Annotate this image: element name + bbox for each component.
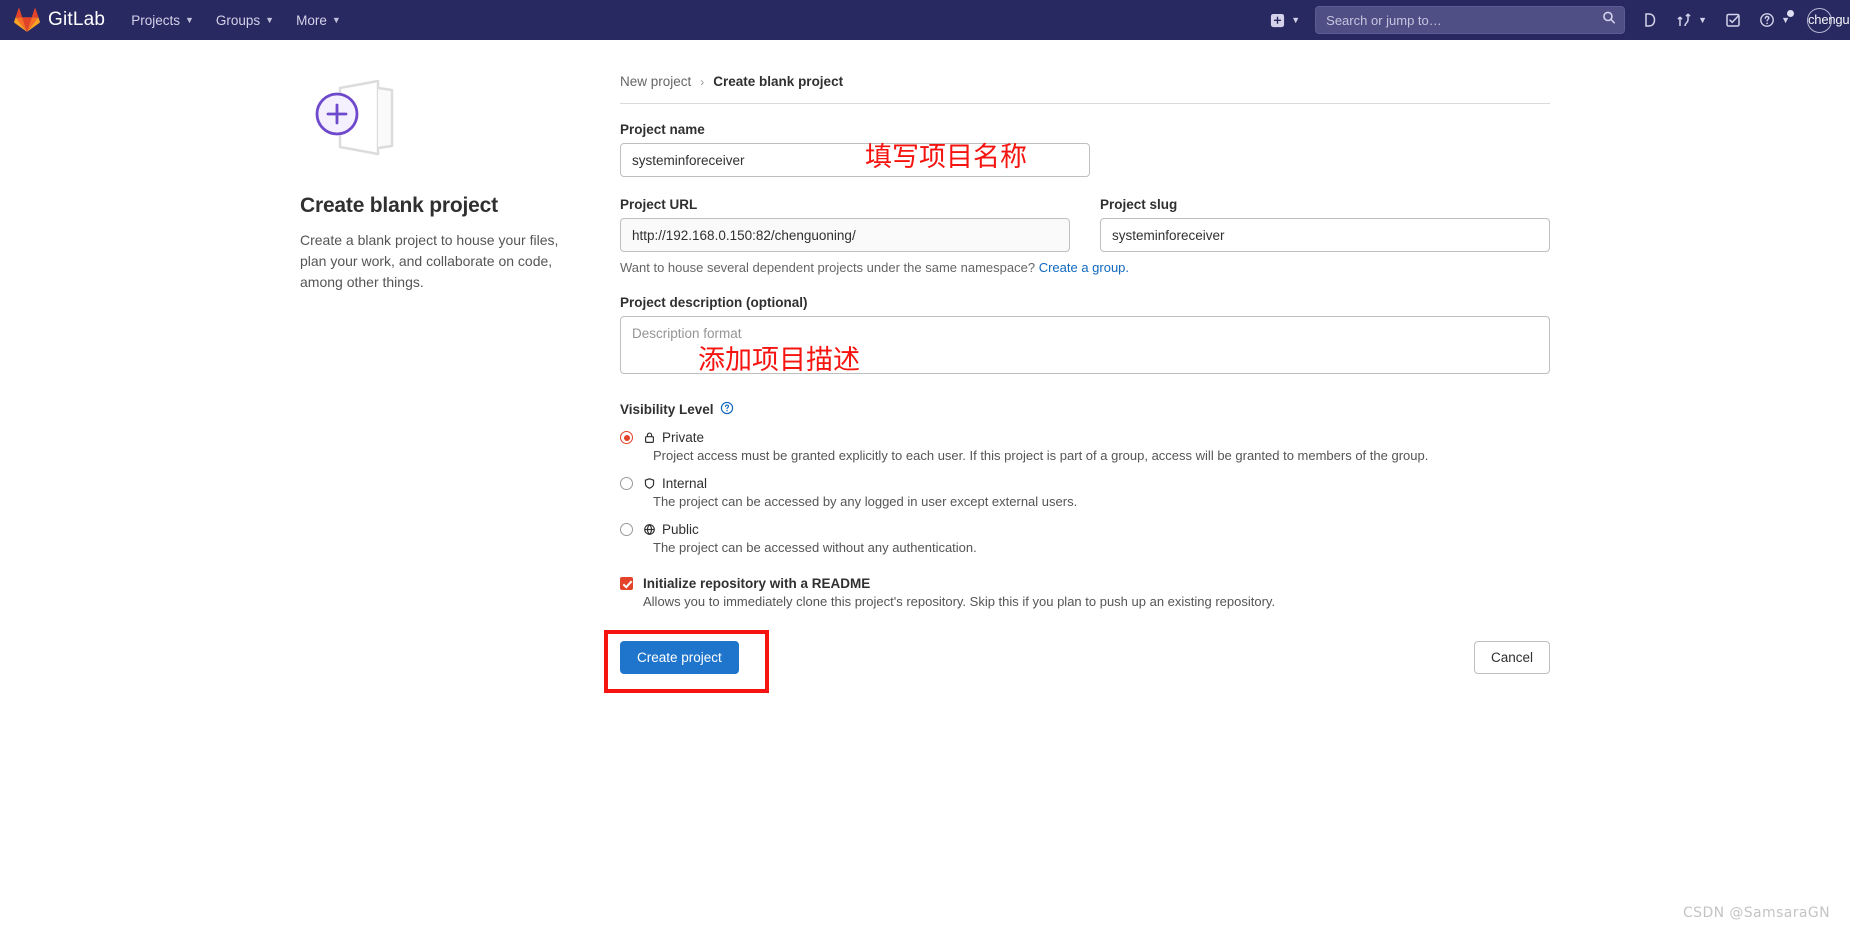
nav-item-projects-label: Projects [131,12,180,28]
project-description-textarea[interactable] [620,316,1550,374]
user-name-label: chenguoning [1808,12,1850,27]
nav-item-projects[interactable]: Projects ▼ [131,13,194,28]
breadcrumb-divider [620,103,1550,104]
initialize-readme-section: Initialize repository with a README Allo… [620,576,1550,609]
notification-dot [1787,10,1794,17]
radio-public[interactable] [620,523,633,536]
visibility-private-description: Project access must be granted explicitl… [653,448,1429,463]
visibility-level-section: Visibility Level Private Project access … [620,401,1550,556]
issues-icon[interactable] [1633,0,1667,40]
project-name-label: Project name [620,122,705,137]
url-slug-row: Project URL Project slug [620,197,1550,252]
brand-title[interactable]: GitLab [48,9,105,31]
initialize-readme-description: Allows you to immediately clone this pro… [643,594,1276,609]
visibility-option-private-line: Private [620,430,1550,445]
visibility-option-private[interactable]: Private Project access must be granted e… [620,430,1550,464]
namespace-help: Want to house several dependent projects… [620,260,1550,275]
lock-icon [643,431,656,444]
initialize-readme-checkbox[interactable] [620,577,633,590]
question-circle-icon[interactable] [720,401,734,418]
visibility-level-label: Visibility Level [620,402,714,417]
chevron-down-icon: ▼ [184,15,194,25]
chevron-down-icon: ▼ [265,15,275,25]
page-body: Create blank project Create a blank proj… [0,40,1850,693]
chevron-down-icon: ▼ [1291,15,1301,25]
visibility-internal-name: Internal [662,476,708,491]
navbar-left: GitLab Projects ▼ Groups ▼ More ▼ [14,7,363,33]
breadcrumb-parent[interactable]: New project [620,74,691,89]
visibility-option-public[interactable]: Public The project can be accessed witho… [620,522,1550,556]
project-url-label: Project URL [620,197,698,212]
project-url-field: Project URL [620,197,1070,252]
user-menu[interactable]: chenguoning [1799,0,1850,40]
chevron-down-icon: ▼ [331,15,341,25]
create-project-button[interactable]: Create project [620,641,739,674]
gitlab-logo-icon[interactable] [14,7,40,33]
blank-project-illustration-icon [310,76,560,176]
help-icon[interactable]: ▼ [1750,0,1799,40]
page-description: Create a blank project to house your fil… [300,232,559,290]
initialize-readme-label: Initialize repository with a README [643,576,871,591]
search-input[interactable] [1315,6,1626,34]
project-slug-input[interactable] [1100,218,1550,252]
visibility-internal-description: The project can be accessed by any logge… [653,494,1078,509]
shield-icon [643,477,656,490]
create-new-button[interactable]: ▼ [1261,0,1309,40]
breadcrumb: New project › Create blank project [620,74,1550,89]
form-actions: Create project Cancel [604,630,1550,693]
namespace-help-text: Want to house several dependent projects… [620,260,1036,275]
visibility-public-name: Public [662,522,699,537]
project-description-field: Project description (optional) 添加项目描述 [620,295,1550,379]
search-container [1315,6,1626,34]
project-description-label: Project description (optional) [620,295,808,310]
blank-project-info-panel: Create blank project Create a blank proj… [300,66,590,674]
todos-icon[interactable] [1716,0,1750,40]
cancel-button[interactable]: Cancel [1473,641,1550,674]
radio-internal[interactable] [620,477,633,490]
create-a-group-link[interactable]: Create a group. [1039,260,1129,275]
visibility-public-description: The project can be accessed without any … [653,540,977,555]
visibility-option-internal-line: Internal [620,476,1550,491]
globe-icon [643,523,656,536]
merge-requests-icon[interactable]: ▼ [1667,0,1716,40]
top-navbar: GitLab Projects ▼ Groups ▼ More ▼ ▼ Sear… [0,0,1850,40]
nav-item-more-label: More [296,12,327,28]
chevron-down-icon: ▼ [1698,15,1708,25]
visibility-private-name: Private [662,430,705,445]
radio-private[interactable] [620,431,633,444]
breadcrumb-separator: › [700,74,705,89]
project-name-input[interactable] [620,143,1090,177]
breadcrumb-current: Create blank project [713,74,844,89]
nav-item-groups[interactable]: Groups ▼ [216,13,274,28]
initialize-readme-line[interactable]: Initialize repository with a README [620,576,1550,591]
page-title: Create blank project [300,194,498,217]
visibility-option-public-line: Public [620,522,1550,537]
project-name-field: Project name 填写项目名称 [620,122,1550,177]
visibility-option-internal[interactable]: Internal The project can be accessed by … [620,476,1550,510]
project-slug-label: Project slug [1100,197,1178,212]
create-project-form: New project › Create blank project Proje… [604,66,1550,693]
visibility-level-header: Visibility Level [620,401,1550,418]
navbar-right: ▼ ▼ [1261,0,1850,40]
watermark: CSDN @SamsaraGN [1683,905,1830,921]
project-url-input[interactable] [620,218,1070,252]
nav-item-more[interactable]: More ▼ [296,13,341,28]
nav-item-groups-label: Groups [215,12,261,28]
project-slug-field: Project slug [1100,197,1550,252]
